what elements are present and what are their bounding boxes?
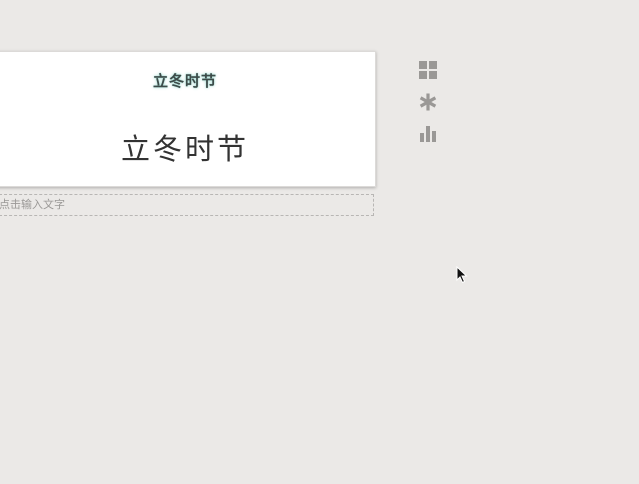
- grid-icon: [419, 61, 437, 79]
- asterisk-icon: [419, 93, 437, 111]
- editor-canvas: 立冬时节 立冬时节 点击输入文字: [0, 0, 639, 484]
- bar-chart-icon: [420, 126, 436, 142]
- text-input-zone[interactable]: 点击输入文字: [0, 194, 374, 216]
- mouse-cursor-icon: [456, 265, 468, 288]
- effect-button[interactable]: [416, 90, 440, 114]
- card-subtitle[interactable]: 立冬时节: [0, 70, 375, 91]
- content-card[interactable]: 立冬时节 立冬时节: [0, 51, 376, 187]
- layout-button[interactable]: [416, 58, 440, 82]
- card-title[interactable]: 立冬时节: [0, 126, 375, 168]
- chart-button[interactable]: [416, 122, 440, 146]
- side-toolbar: [416, 58, 442, 154]
